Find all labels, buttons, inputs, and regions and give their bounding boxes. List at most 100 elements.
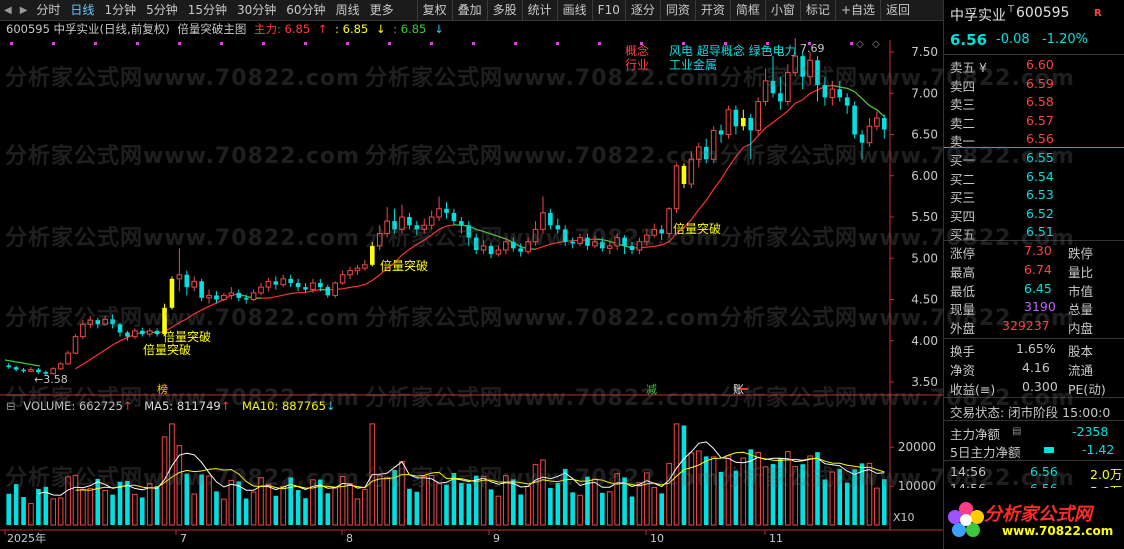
tool-diejia[interactable]: 叠加	[451, 0, 487, 21]
candle-body	[548, 212, 553, 226]
candle-body	[273, 281, 279, 285]
collapse-icon[interactable]: ⊟	[6, 399, 16, 413]
stat-label-2: 跌停	[1068, 246, 1094, 261]
tool-huaxian[interactable]: 画线	[556, 0, 592, 21]
tool-biaoji[interactable]: 标记	[799, 0, 835, 21]
candle-body	[844, 97, 850, 106]
ask-row: 卖三 6.58	[944, 93, 1124, 112]
candle-body	[532, 228, 539, 243]
volume-bar	[13, 484, 19, 525]
stat2-label-2: 股本	[1068, 344, 1094, 359]
candle-body	[451, 212, 457, 222]
candle-body	[250, 292, 257, 300]
candle-body	[369, 245, 375, 265]
tool-duogu[interactable]: 多股	[486, 0, 522, 21]
volume-bar	[495, 495, 502, 526]
tool-tongzi[interactable]: 同资	[659, 0, 695, 21]
nav-left-icon[interactable]: ◀	[0, 5, 16, 16]
candle-body	[444, 208, 449, 213]
candle-body	[859, 134, 865, 143]
candle-body	[265, 280, 272, 288]
diamond-icon: ◇	[872, 39, 880, 50]
tool-f10[interactable]: F10	[591, 0, 625, 21]
tool-fuquan[interactable]: 复权	[416, 0, 452, 21]
volume-bar	[666, 462, 672, 526]
volume-bar	[815, 452, 820, 525]
period-30min[interactable]: 30分钟	[232, 0, 281, 21]
y-tick-label: 3.50	[911, 375, 938, 389]
candle-body	[525, 241, 531, 253]
period-more[interactable]: 更多	[365, 0, 399, 21]
candle-body	[510, 241, 516, 249]
volume-bar	[50, 498, 57, 526]
candle-body	[399, 216, 405, 230]
candle-body	[807, 59, 813, 78]
volume-bar	[110, 494, 115, 525]
volume-bar	[28, 503, 34, 526]
kline-chart[interactable]: ◇ ◇←3.587.69概念行业风电 超导概念 绿色电力工业金属倍量突破倍量突破倍…	[0, 38, 943, 549]
volume-bar	[762, 466, 769, 526]
volume-bar	[325, 493, 331, 525]
volume-bar	[718, 471, 724, 525]
marker-dot	[136, 42, 139, 45]
period-15min[interactable]: 15分钟	[183, 0, 232, 21]
candle-body	[110, 319, 115, 325]
candle-body	[65, 352, 71, 365]
marker-dot	[346, 42, 349, 45]
candle-body	[592, 241, 598, 247]
volume-bar	[518, 494, 524, 525]
current-price: 6.56	[950, 31, 988, 49]
candle-body	[72, 336, 79, 354]
period-fenshi[interactable]: 分时	[31, 0, 65, 21]
volume-bar	[466, 483, 472, 525]
candle-body	[199, 281, 204, 298]
tool-jiankuang[interactable]: 简框	[729, 0, 765, 21]
candle-body	[636, 241, 643, 251]
stat2-label: 净资	[950, 362, 976, 378]
volume-bar	[480, 475, 487, 526]
volume-bar	[800, 464, 805, 525]
candle-body	[852, 105, 857, 135]
candle-body	[421, 224, 428, 230]
candle-body	[800, 56, 805, 77]
arrow-down-icon: ↓	[433, 22, 444, 36]
stat2-value: 4.16	[1022, 359, 1050, 375]
volume-bar	[146, 483, 153, 526]
tag-t: T	[1008, 4, 1015, 15]
ask-price: 6.57	[1026, 112, 1054, 128]
volume-bar	[459, 482, 464, 525]
volume-bar	[629, 496, 635, 525]
period-weekly[interactable]: 周线	[331, 0, 365, 21]
candle-body	[221, 294, 227, 300]
stat-value: 6.45	[1024, 280, 1052, 296]
period-daily[interactable]: 日线	[65, 0, 99, 21]
volume-bar	[221, 498, 227, 526]
marker-dot	[556, 42, 559, 45]
bid-label: 买一	[950, 153, 976, 168]
quote-title: 中孚实业 T 600595 R	[944, 4, 1124, 26]
candle-body	[741, 118, 746, 127]
tool-zixuan[interactable]: +自选	[834, 0, 880, 21]
bid-price: 6.51	[1026, 224, 1054, 239]
tool-zhufen[interactable]: 逐分	[624, 0, 660, 21]
volume-bar	[874, 487, 880, 526]
list-icon[interactable]: ▤	[1012, 426, 1021, 437]
tool-tongji[interactable]: 统计	[521, 0, 557, 21]
tool-xiaochuang[interactable]: 小窗	[764, 0, 800, 21]
candle-body	[778, 93, 783, 102]
period-1min[interactable]: 1分钟	[99, 0, 141, 21]
candle-body	[748, 118, 754, 131]
volume-value: VOLUME: 662725	[23, 399, 123, 413]
volume-bar	[778, 458, 783, 525]
y-tick-label: 7.50	[911, 45, 938, 59]
nav-right-icon[interactable]: ▶	[16, 5, 32, 16]
indicator-name[interactable]: 倍量突破主图	[177, 22, 246, 36]
volume-bar	[688, 452, 695, 526]
period-60min[interactable]: 60分钟	[281, 0, 330, 21]
r-badge-icon: R	[1094, 8, 1102, 19]
tool-kaizi[interactable]: 开资	[694, 0, 730, 21]
ma-line	[75, 84, 885, 370]
period-5min[interactable]: 5分钟	[141, 0, 183, 21]
tool-fanhui[interactable]: 返回	[880, 0, 915, 21]
flower-logo-icon	[948, 502, 984, 537]
